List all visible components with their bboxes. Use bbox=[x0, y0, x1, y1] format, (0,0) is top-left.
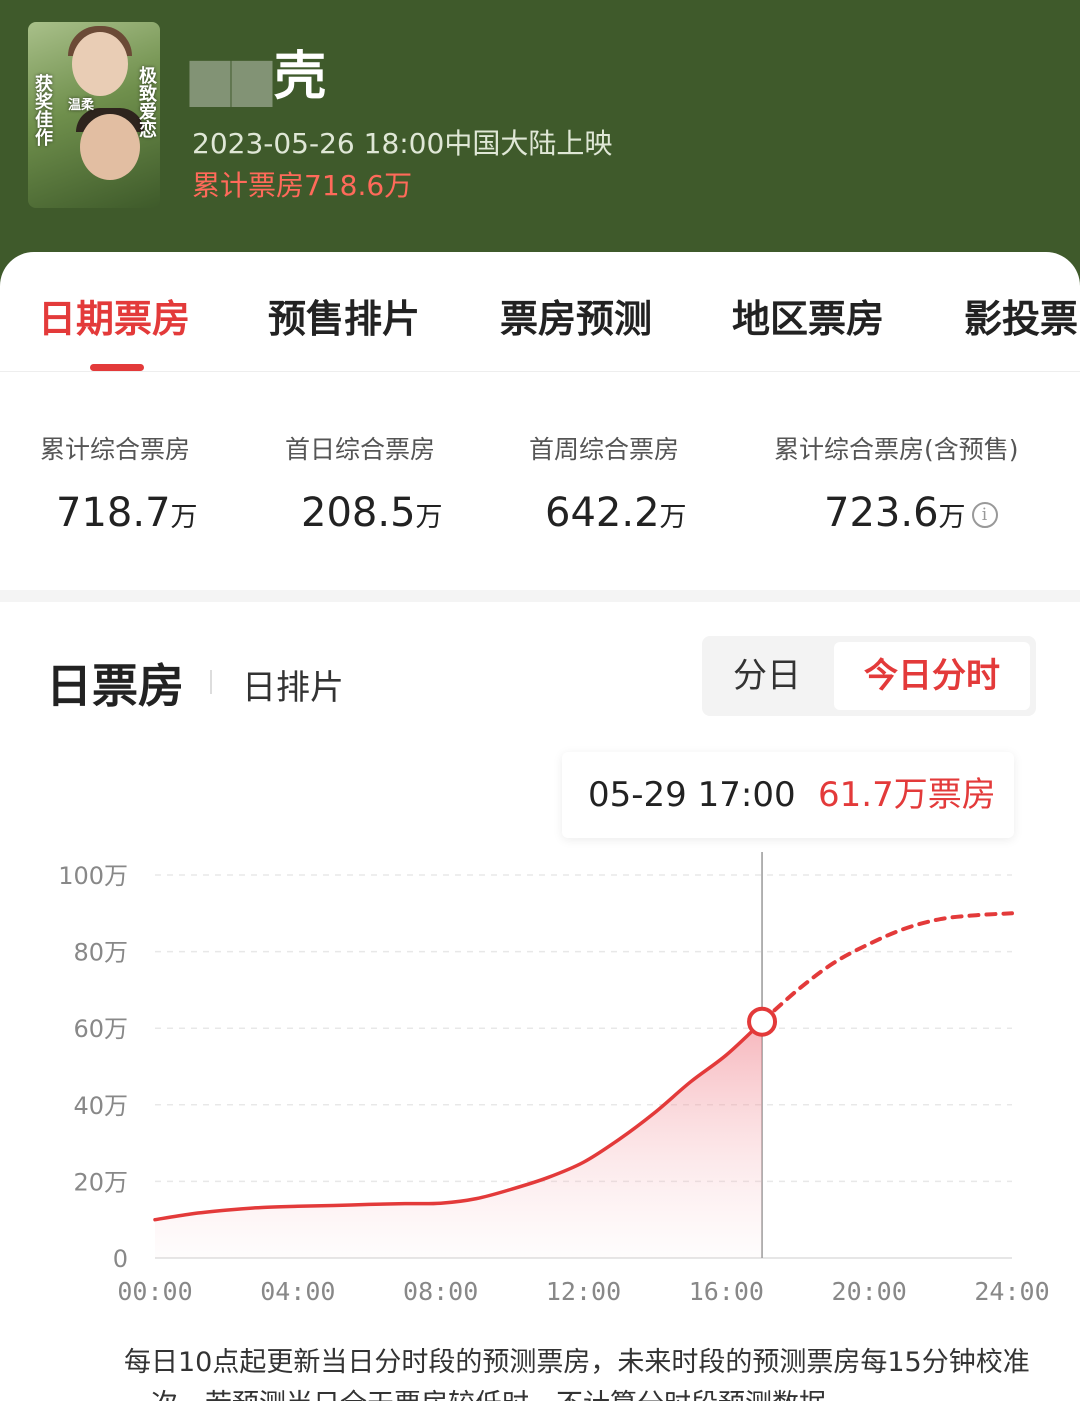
movie-title: ▆▆壳 bbox=[190, 47, 328, 107]
stat-unit: 万 bbox=[938, 502, 966, 533]
tooltip-time: 05-29 17:00 bbox=[588, 775, 796, 815]
x-tick-label: 24:00 bbox=[974, 1277, 1049, 1306]
series-area-fill bbox=[155, 1021, 763, 1258]
y-tick-label: 40万 bbox=[73, 1092, 128, 1120]
x-tick-label: 12:00 bbox=[546, 1277, 621, 1306]
poster-tagline-right: 极致爱恋 bbox=[136, 66, 157, 138]
y-tick-label: 20万 bbox=[73, 1168, 128, 1196]
stat-label: 累计综合票房(含预售) bbox=[774, 435, 1019, 464]
y-tick-label: 100万 bbox=[58, 862, 128, 890]
y-tick-label: 80万 bbox=[73, 939, 128, 967]
view-toggle: 分日 今日分时 bbox=[702, 636, 1036, 716]
tab-box-office-forecast[interactable]: 票房预测 bbox=[500, 288, 652, 343]
stat-value: 718.7 bbox=[56, 490, 171, 536]
stat-value: 208.5 bbox=[301, 490, 416, 536]
stat-value: 723.6 bbox=[824, 490, 939, 536]
x-tick-label: 04:00 bbox=[260, 1277, 335, 1306]
movie-header: 获奖佳作 极致爱恋 温柔 ▆▆壳 2023-05-26 18:00中国大陆上映 … bbox=[0, 0, 1080, 290]
release-info: 2023-05-26 18:00中国大陆上映 bbox=[192, 127, 613, 160]
section-divider bbox=[0, 590, 1080, 602]
tooltip-value: 61.7万票房 bbox=[818, 775, 996, 815]
tab-regional-box-office[interactable]: 地区票房 bbox=[732, 288, 884, 343]
cumulative-gross: 累计票房718.6万 bbox=[192, 169, 413, 202]
movie-poster[interactable]: 获奖佳作 极致爱恋 温柔 bbox=[28, 22, 160, 208]
stat-cumulative-with-presale: 累计综合票房(含预售) 723.6万 i bbox=[774, 430, 1019, 536]
tab-daily-box-office[interactable]: 日期票房 bbox=[38, 288, 190, 343]
x-tick-label: 08:00 bbox=[403, 1277, 478, 1306]
poster-figure-face bbox=[72, 32, 128, 96]
poster-tagline-left: 获奖佳作 bbox=[32, 74, 53, 146]
tab-presale-schedule[interactable]: 预售排片 bbox=[268, 288, 420, 343]
stat-first-day: 首日综合票房 208.5万 bbox=[285, 430, 443, 536]
poster-title-art: 温柔 bbox=[68, 98, 95, 113]
toggle-by-day[interactable]: 分日 bbox=[702, 642, 832, 710]
hourly-box-office-chart[interactable]: 0 20万 40万 60万 80万 100万 00:00 04:00 08:00 12:00 16:… bbox=[0, 852, 1080, 1322]
x-tick-label: 16:00 bbox=[689, 1277, 764, 1306]
highlight-point bbox=[747, 1006, 778, 1037]
stat-value: 642.2 bbox=[545, 490, 660, 536]
x-tick-label: 00:00 bbox=[117, 1277, 192, 1306]
forecast-line bbox=[760, 911, 1014, 1024]
active-tab-indicator bbox=[90, 364, 144, 371]
movie-title-text: 壳 bbox=[273, 47, 328, 107]
stat-unit: 万 bbox=[415, 502, 443, 533]
stat-label: 首日综合票房 bbox=[285, 435, 436, 464]
y-tick-label: 60万 bbox=[73, 1015, 128, 1043]
stat-cumulative: 累计综合票房 718.7万 bbox=[40, 430, 198, 536]
forecast-note: 每日10点起更新当日分时段的预测票房，未来时段的预测票房每15分钟校准一次，若预… bbox=[124, 1347, 1030, 1401]
content-card: 日期票房 预售排片 票房预测 地区票房 影投票 累计综合票房 718.7万 首日… bbox=[0, 252, 1080, 1401]
stat-label: 首周综合票房 bbox=[529, 435, 680, 464]
info-icon[interactable]: i bbox=[971, 502, 998, 528]
toggle-today-hourly[interactable]: 今日分时 bbox=[834, 642, 1030, 710]
section-title[interactable]: 日票房 bbox=[46, 650, 184, 716]
chart-svg: 0 20万 40万 60万 80万 100万 00:00 04:00 08:00 12:00 16:… bbox=[58, 852, 1050, 1306]
tab-cinema-investment[interactable]: 影投票 bbox=[964, 288, 1078, 343]
stat-unit: 万 bbox=[659, 502, 687, 533]
x-tick-label: 20:00 bbox=[832, 1277, 907, 1306]
chart-tooltip: 05-29 17:00 61.7万票房 bbox=[562, 752, 1014, 838]
stat-label: 累计综合票房 bbox=[40, 435, 191, 464]
y-tick-label: 0 bbox=[113, 1245, 128, 1273]
title-separator bbox=[210, 670, 212, 694]
stat-unit: 万 bbox=[170, 502, 198, 533]
section-subtitle-tab[interactable]: 日排片 bbox=[242, 660, 344, 709]
stats-row: 累计综合票房 718.7万 首日综合票房 208.5万 首周综合票房 642.2… bbox=[0, 372, 1080, 597]
poster-figure-face bbox=[80, 114, 140, 180]
tab-bar: 日期票房 预售排片 票房预测 地区票房 影投票 bbox=[0, 252, 1080, 372]
stat-first-week: 首周综合票房 642.2万 bbox=[529, 430, 687, 536]
